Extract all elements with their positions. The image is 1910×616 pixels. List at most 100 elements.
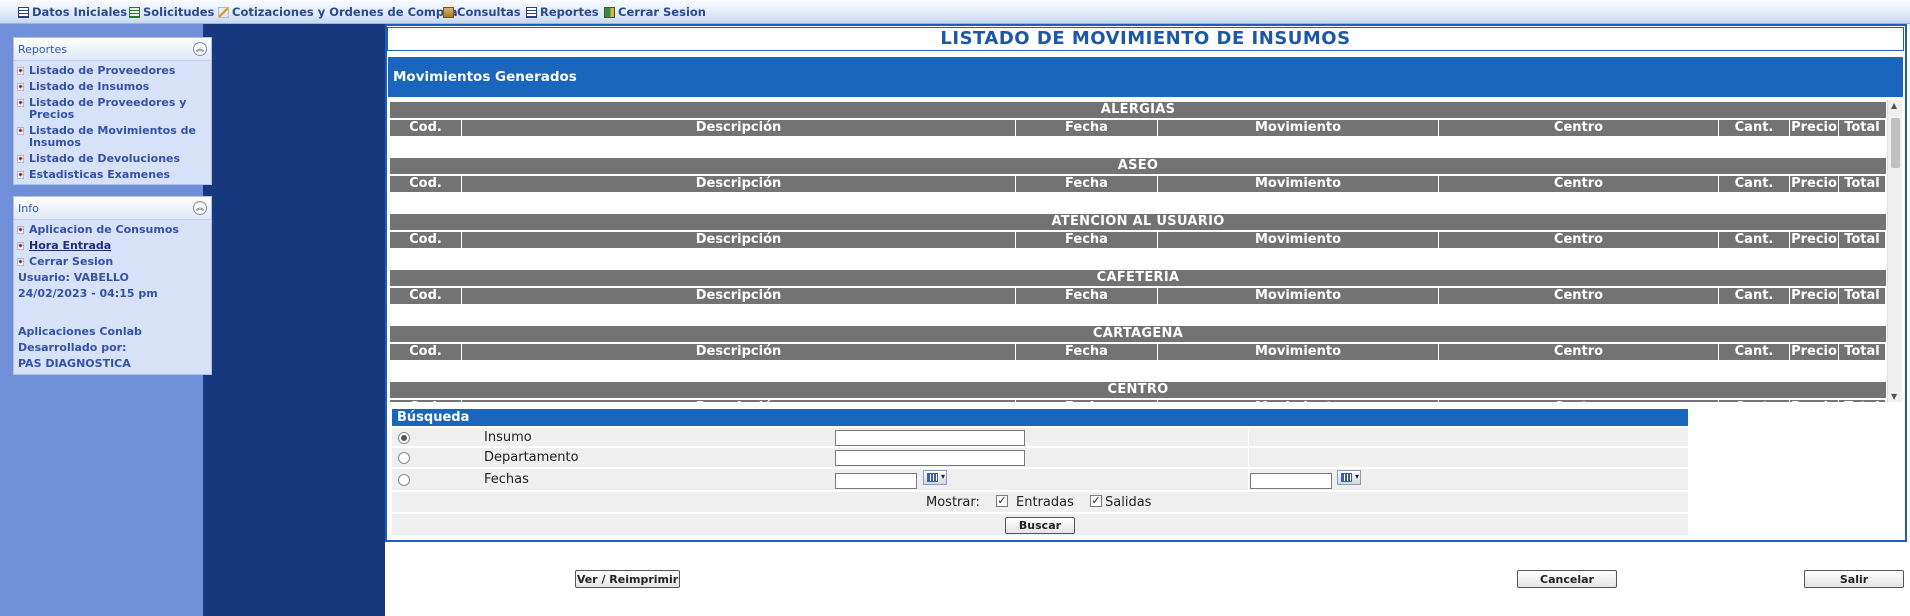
- bullet-icon: [17, 226, 24, 234]
- col-cant: Cant.: [1719, 176, 1790, 192]
- menu-datos-iniciales[interactable]: Datos Iniciales: [18, 5, 127, 19]
- col-movimiento: Movimiento: [1158, 288, 1439, 304]
- sidebar-item-cerrar-sesion[interactable]: Cerrar Sesion: [14, 254, 211, 270]
- col-fecha: Fecha: [1016, 120, 1158, 136]
- page-title: LISTADO DE MOVIMIENTO DE INSUMOS: [387, 27, 1904, 51]
- group-column-header: Cod.DescripciónFechaMovimientoCentroCant…: [390, 288, 1886, 304]
- sidebar-item-estadisticas[interactable]: Estadisticas Examenes: [14, 167, 211, 183]
- group-title: ALERGIAS: [390, 102, 1886, 118]
- table-icon: [526, 6, 537, 18]
- movements-list[interactable]: ALERGIAS Cod. Descripción Fecha Movimiento Ce…: [390, 100, 1886, 402]
- departamento-input[interactable]: [835, 450, 1025, 466]
- col-fecha: Fecha: [1016, 400, 1158, 402]
- search-row-fechas: Fechas: [392, 469, 1688, 491]
- col-precio: Precio: [1790, 400, 1839, 402]
- col-total: Total: [1839, 400, 1886, 402]
- col-descripcion: Descripción: [462, 288, 1016, 304]
- col-cant: Cant.: [1719, 400, 1790, 402]
- sidebar-item-listado-movimientos[interactable]: Listado de Movimientos de Insumos: [14, 123, 211, 151]
- developer-label: Desarrollado por:: [18, 341, 127, 354]
- menu-label: Cerrar Sesion: [618, 5, 706, 19]
- bullet-icon: [17, 171, 24, 179]
- insumo-input[interactable]: [835, 430, 1025, 446]
- col-cod: Cod.: [390, 344, 462, 360]
- collapse-icon[interactable]: ︽: [193, 42, 207, 56]
- group-title: CENTRO: [390, 382, 1886, 398]
- group-title: CARTAGENA: [390, 326, 1886, 342]
- salir-button[interactable]: Salir: [1804, 570, 1904, 588]
- col-descripcion: Descripción: [462, 400, 1016, 402]
- col-fecha: Fecha: [1016, 232, 1158, 248]
- col-movimiento: Movimiento: [1158, 176, 1439, 192]
- col-fecha: Fecha: [1016, 344, 1158, 360]
- radio-departamento[interactable]: [398, 452, 410, 464]
- col-fecha: Fecha: [1016, 288, 1158, 304]
- entradas-checkbox[interactable]: ✓: [996, 495, 1008, 507]
- menu-label: Datos Iniciales: [32, 5, 128, 19]
- scroll-thumb[interactable]: [1891, 118, 1900, 168]
- ver-reimprimir-button[interactable]: Ver / Reimprimir: [575, 570, 680, 588]
- sidebar-item-listado-devoluciones[interactable]: Listado de Devoluciones: [14, 151, 211, 167]
- sidebar-item-listado-insumos[interactable]: Listado de Insumos: [14, 79, 211, 95]
- mostrar-label: Mostrar:: [926, 495, 980, 510]
- col-cod: Cod.: [390, 400, 462, 402]
- sidebar-item-listado-proveedores[interactable]: Listado de Proveedores: [14, 63, 211, 79]
- col-total: Total: [1839, 288, 1886, 304]
- menu-reportes[interactable]: Reportes: [526, 5, 599, 19]
- sidebar-item-label: Listado de Insumos: [29, 80, 150, 93]
- sidebar-item-hora-entrada[interactable]: Hora Entrada: [14, 238, 211, 254]
- col-total: Total: [1839, 344, 1886, 360]
- col-fecha: Fecha: [1016, 176, 1158, 192]
- group-block: ATENCION AL USUARIO Cod. Descripción Fecha M…: [390, 214, 1886, 268]
- col-centro: Centro: [1439, 232, 1719, 248]
- calendar-icon[interactable]: [923, 470, 947, 485]
- group-title: ASEO: [390, 158, 1886, 174]
- buscar-button[interactable]: Buscar: [1005, 517, 1075, 534]
- salidas-checkbox[interactable]: ✓: [1090, 495, 1102, 507]
- menu-consultas[interactable]: Consultas: [443, 5, 521, 19]
- col-centro: Centro: [1439, 176, 1719, 192]
- info-panel-title: Info: [18, 202, 39, 215]
- bullet-icon: [17, 127, 24, 135]
- sheet-icon: [129, 6, 140, 18]
- menu-label: Cotizaciones y Ordenes de Compra: [232, 5, 458, 19]
- col-descripcion: Descripción: [462, 176, 1016, 192]
- col-centro: Centro: [1439, 288, 1719, 304]
- menu-label: Consultas: [457, 5, 521, 19]
- col-precio: Precio: [1790, 232, 1839, 248]
- menu-cerrar-sesion[interactable]: Cerrar Sesion: [604, 5, 706, 19]
- group-block: CENTRO Cod.DescripciónFechaMovimientoCent…: [390, 382, 1886, 402]
- insumo-label: Insumo: [484, 430, 532, 445]
- menu-cotizaciones[interactable]: Cotizaciones y Ordenes de Compra: [218, 5, 458, 19]
- sidebar-item-label: Estadisticas Examenes: [29, 168, 171, 181]
- sidebar-item-aplicacion-consumos[interactable]: Aplicacion de Consumos: [14, 222, 211, 238]
- fecha-desde-input[interactable]: [835, 473, 917, 489]
- group-column-header: Cod.DescripciónFechaMovimientoCentroCant…: [390, 232, 1886, 248]
- calendar-icon[interactable]: [1337, 470, 1361, 485]
- app-name: Aplicaciones Conlab: [18, 325, 142, 338]
- datetime-label: 24/02/2023 - 04:15 pm: [18, 287, 158, 300]
- radio-fechas[interactable]: [398, 474, 410, 486]
- search-form: Búsqueda Insumo Departamento Fechas Most…: [392, 409, 1688, 537]
- radio-insumo[interactable]: [398, 432, 410, 444]
- group-title: ATENCION AL USUARIO: [390, 214, 1886, 230]
- search-row-insumo: Insumo: [392, 428, 1688, 447]
- col-descripcion: Descripción: [462, 120, 1016, 136]
- scroll-up-icon[interactable]: ▲: [1891, 101, 1897, 110]
- list-scrollbar[interactable]: ▲ ▼: [1887, 100, 1902, 402]
- cancelar-button[interactable]: Cancelar: [1517, 570, 1617, 588]
- col-total: Total: [1839, 176, 1886, 192]
- reportes-panel: Reportes ︽ Listado de Proveedores Listad…: [13, 37, 212, 185]
- group-block: ASEO Cod. Descripción Fecha Movimiento Centro…: [390, 158, 1886, 212]
- entradas-label: Entradas: [1016, 495, 1074, 510]
- sidebar-item-listado-proveedores-precios[interactable]: Listado de Proveedores y Precios: [14, 95, 211, 123]
- scroll-down-icon[interactable]: ▼: [1891, 392, 1897, 401]
- bullet-icon: [17, 99, 24, 107]
- group-block: ALERGIAS Cod. Descripción Fecha Movimiento Ce…: [390, 102, 1886, 156]
- fechas-label: Fechas: [484, 472, 529, 487]
- menu-solicitudes[interactable]: Solicitudes: [129, 5, 214, 19]
- collapse-icon[interactable]: ︽: [193, 201, 207, 215]
- group-block: CAFETERIA Cod. Descripción Fecha Movimiento C…: [390, 270, 1886, 324]
- fecha-hasta-input[interactable]: [1250, 473, 1332, 489]
- door-icon: [604, 6, 615, 18]
